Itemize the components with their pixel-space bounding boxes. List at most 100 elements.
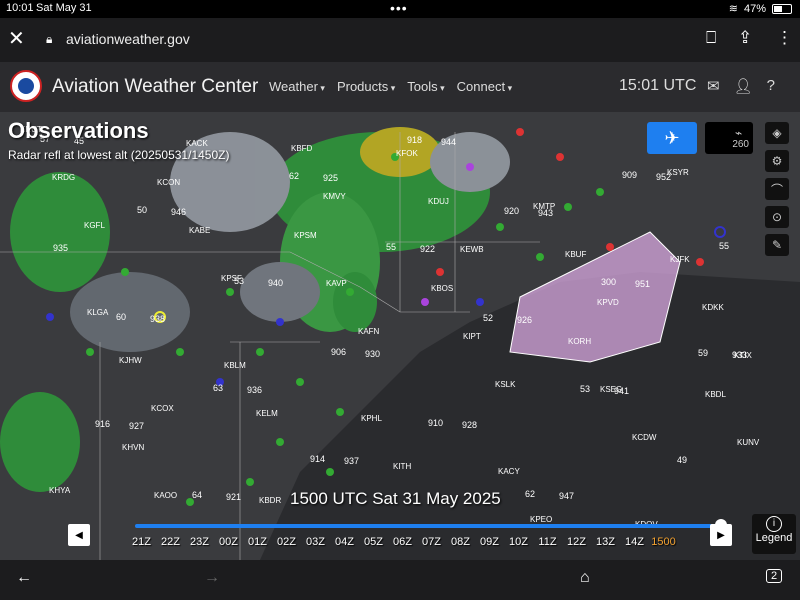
user-icon[interactable]: 👤︎ bbox=[734, 77, 753, 95]
map-tools: ◈ ⚙ ⌒ ⊙ ✎ bbox=[765, 122, 791, 256]
help-icon[interactable]: ? bbox=[767, 77, 775, 95]
station-value-label: 933 bbox=[732, 350, 747, 360]
home-icon[interactable]: ⌂ bbox=[580, 569, 590, 587]
status-time: 10:01 bbox=[6, 2, 34, 14]
timeline-tick[interactable]: 23Z bbox=[185, 536, 214, 548]
valid-time: 1500 UTC Sat 31 May 2025 bbox=[290, 489, 501, 508]
timeline-tick[interactable]: 02Z bbox=[272, 536, 301, 548]
timeline-tick[interactable]: 09Z bbox=[475, 536, 504, 548]
timeline-tick[interactable]: 12Z bbox=[562, 536, 591, 548]
station-value-label: 941 bbox=[614, 386, 629, 396]
ios-status-bar: 10:01 Sat May 31 ••• ≋ 47% bbox=[0, 0, 800, 18]
station-value-label: 951 bbox=[635, 279, 650, 289]
timeline-tick[interactable]: 22Z bbox=[156, 536, 185, 548]
helicopter-value: 260 bbox=[732, 139, 749, 150]
station-value-label: 60 bbox=[116, 312, 126, 322]
station-value-label: 926 bbox=[517, 315, 532, 325]
prev-time-button[interactable]: ◀ bbox=[68, 524, 90, 546]
status-date: Sat May 31 bbox=[36, 2, 92, 14]
main-nav: Weather Products Tools Connect bbox=[269, 79, 512, 94]
nav-connect[interactable]: Connect bbox=[457, 79, 512, 94]
station-value-label: 55 bbox=[386, 242, 396, 252]
pencil-icon[interactable]: ✎ bbox=[765, 234, 789, 256]
station-value-label: 920 bbox=[504, 206, 519, 216]
station-id-label: KGFL bbox=[84, 221, 105, 230]
timeline-tick[interactable]: 14Z bbox=[620, 536, 649, 548]
timeline-tick[interactable]: 05Z bbox=[359, 536, 388, 548]
station-value-label: 930 bbox=[365, 349, 380, 359]
station-id-label: KORH bbox=[568, 337, 591, 346]
station-value-label: 947 bbox=[559, 491, 574, 501]
site-title[interactable]: Aviation Weather Center bbox=[52, 76, 258, 98]
timeline-tick[interactable]: 11Z bbox=[533, 536, 562, 548]
station-value-label: 937 bbox=[344, 456, 359, 466]
station-id-label: KJFK bbox=[670, 255, 690, 264]
station-id-label: KCON bbox=[157, 178, 180, 187]
station-value-label: 922 bbox=[420, 244, 435, 254]
timeline-tick[interactable]: 10Z bbox=[504, 536, 533, 548]
bookmark-icon[interactable]: ⎕ bbox=[706, 28, 716, 48]
forward-icon[interactable]: → bbox=[204, 569, 220, 587]
close-icon[interactable]: ✕ bbox=[8, 26, 25, 51]
station-id-label: KELM bbox=[256, 409, 278, 418]
utc-clock: 15:01 UTC bbox=[619, 77, 697, 94]
timeline-tick[interactable]: 04Z bbox=[330, 536, 359, 548]
zoom-icon[interactable]: ⊙ bbox=[765, 206, 789, 228]
station-value-label: 938 bbox=[150, 314, 165, 324]
next-time-button[interactable]: ▶ bbox=[710, 524, 732, 546]
multitask-dots-icon[interactable]: ••• bbox=[390, 0, 408, 16]
timeline-tick[interactable]: 07Z bbox=[417, 536, 446, 548]
noaa-logo[interactable] bbox=[10, 70, 42, 102]
station-id-label: KCOX bbox=[151, 404, 174, 413]
station-value-label: 909 bbox=[622, 170, 637, 180]
legend-button[interactable]: i Legend bbox=[752, 514, 796, 554]
browser-url-bar: ✕ 🔒︎ aviationweather.gov ⎕ ⇪ ⋮ bbox=[0, 18, 800, 62]
battery-icon bbox=[772, 3, 792, 14]
helicopter-toggle-button[interactable]: ⌁ 260 bbox=[705, 122, 753, 154]
timeline-tick[interactable]: 03Z bbox=[301, 536, 330, 548]
nav-products[interactable]: Products bbox=[337, 79, 395, 94]
station-value-label: 944 bbox=[441, 137, 456, 147]
airplane-toggle-button[interactable]: ✈ bbox=[647, 122, 697, 154]
timeline-tick[interactable]: 1500 bbox=[649, 536, 678, 548]
station-id-label: KJHW bbox=[119, 356, 142, 365]
more-icon[interactable]: ⋮ bbox=[776, 28, 793, 48]
back-icon[interactable]: ← bbox=[16, 569, 32, 587]
lock-icon: 🔒︎ bbox=[46, 32, 53, 46]
timeline-tick[interactable]: 00Z bbox=[214, 536, 243, 548]
nav-tools[interactable]: Tools bbox=[407, 79, 444, 94]
timeline-tick[interactable]: 08Z bbox=[446, 536, 475, 548]
layers-icon[interactable]: ◈ bbox=[765, 122, 789, 144]
info-icon: i bbox=[766, 516, 782, 532]
station-id-label: KAFN bbox=[358, 327, 380, 336]
settings-gear-icon[interactable]: ⚙ bbox=[765, 150, 789, 172]
timeline-track[interactable] bbox=[135, 524, 720, 528]
sigmet-polygon[interactable] bbox=[509, 231, 681, 363]
timeline-tick[interactable]: 13Z bbox=[591, 536, 620, 548]
station-id-label: KDKK bbox=[702, 303, 724, 312]
timeline-tick[interactable]: 21Z bbox=[127, 536, 156, 548]
site-header: Aviation Weather Center Weather Products… bbox=[0, 62, 800, 112]
timeline-tick[interactable]: 06Z bbox=[388, 536, 417, 548]
station-value-label: 50 bbox=[137, 205, 147, 215]
station-id-label: KBDR bbox=[259, 496, 281, 505]
draw-icon[interactable]: ⌒ bbox=[765, 178, 789, 200]
station-id-label: KUNV bbox=[737, 438, 760, 447]
url-text[interactable]: aviationweather.gov bbox=[66, 31, 190, 47]
share-icon[interactable]: ⇪ bbox=[738, 28, 752, 48]
station-value-label: 64 bbox=[192, 490, 202, 500]
station-id-label: KLGA bbox=[87, 308, 109, 317]
station-value-label: 936 bbox=[247, 385, 262, 395]
timeline-tick[interactable]: 01Z bbox=[243, 536, 272, 548]
station-id-label: KPHL bbox=[361, 414, 382, 423]
station-value-label: 59 bbox=[698, 348, 708, 358]
station-id-label: KHVN bbox=[122, 443, 144, 452]
time-slider[interactable]: ◀ 21Z 22Z 23Z 00Z 01Z 02Z 03Z 04Z 05Z 06Z 07Z 08Z 09… bbox=[60, 516, 740, 556]
mail-icon[interactable]: ✉ bbox=[707, 77, 720, 95]
station-id-label: KAVP bbox=[326, 279, 347, 288]
nav-weather[interactable]: Weather bbox=[269, 79, 325, 94]
tabs-button[interactable]: 2 bbox=[766, 569, 783, 583]
station-value-label: 940 bbox=[268, 278, 283, 288]
station-id-label: KITH bbox=[393, 462, 411, 471]
station-id-label: KMVY bbox=[323, 192, 346, 201]
